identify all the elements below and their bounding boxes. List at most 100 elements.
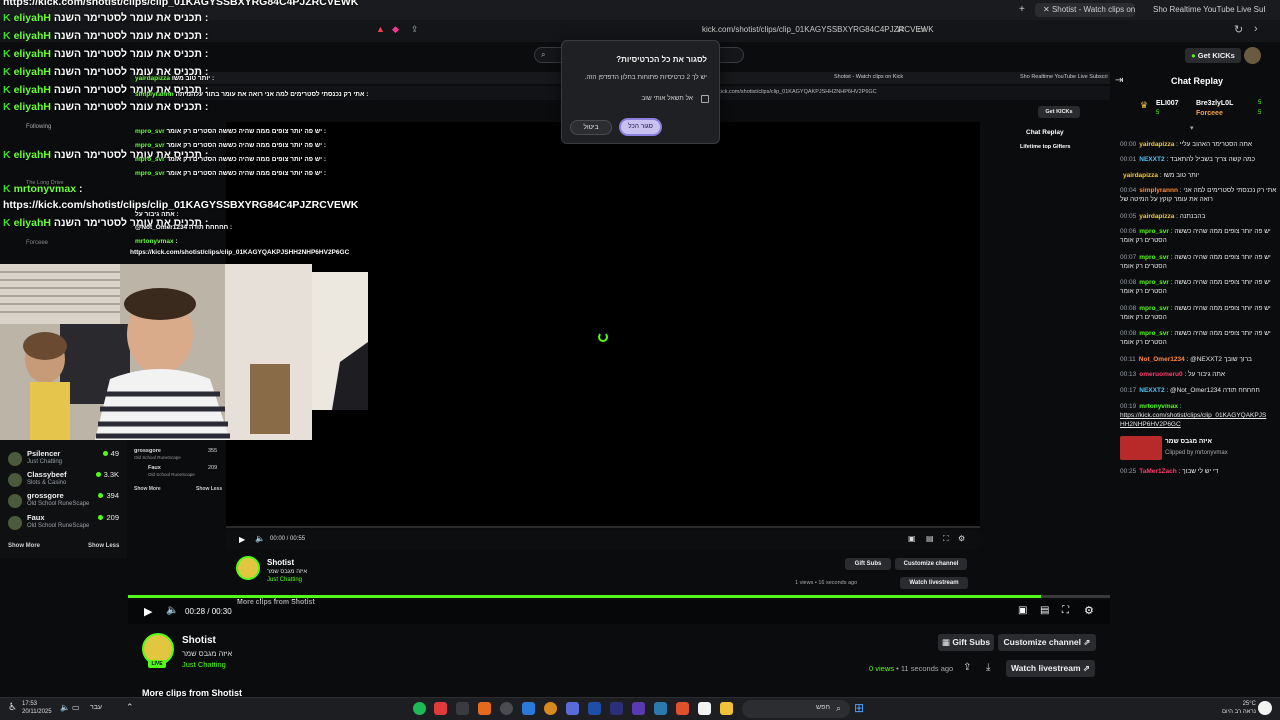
weather-widget[interactable]: 25°C נראה רב היום	[1220, 700, 1256, 716]
share-icon[interactable]: ⇪	[411, 24, 419, 35]
chat-clip-link[interactable]: https://kick.com/shotist/clips/clip_01KA…	[1120, 411, 1270, 429]
volume-icon[interactable]: 🔈	[166, 605, 178, 616]
brave-icon[interactable]	[676, 702, 689, 715]
app-icon[interactable]	[632, 702, 645, 715]
app-icon[interactable]	[522, 702, 535, 715]
inner-progress-track[interactable]	[226, 526, 980, 528]
app-icon[interactable]	[434, 702, 447, 715]
chat-user[interactable]: mpro_svr	[1139, 305, 1169, 312]
watch-livestream-button[interactable]: Watch livestream ⇗	[1006, 660, 1095, 677]
chat-user[interactable]: Not_Omer1234	[1139, 356, 1185, 363]
collapse-chat-icon[interactable]: ⇥	[1115, 75, 1123, 86]
volume-icon[interactable]: 🔈	[60, 703, 70, 712]
show-less-link[interactable]: Show Less	[88, 543, 119, 549]
app-icon[interactable]	[698, 702, 711, 715]
sidebar-item-category: Old School RuneScape	[27, 501, 90, 507]
accessibility-icon[interactable]: ♿	[8, 702, 17, 713]
chat-text: : אתה גיבור על	[1184, 371, 1225, 378]
inner-overlay-line: mpro_svr יש פה יותר צופים ממה שהיה כששה …	[135, 142, 326, 149]
avatar[interactable]	[1244, 47, 1261, 64]
chat-user[interactable]: yairdapizza	[1123, 172, 1158, 179]
volume-icon[interactable]: 🔈	[255, 534, 265, 543]
chat-user[interactable]: yairdapizza	[1139, 213, 1174, 220]
app-icon[interactable]	[566, 702, 579, 715]
chat-user[interactable]: mrtonyvmax	[1139, 403, 1178, 410]
overlay-chat-msg: תכניס את עומר לסטרימר השנה :	[53, 48, 209, 60]
chat-user[interactable]: mpro_svr	[1139, 254, 1169, 261]
reload-icon[interactable]: ↻	[1234, 23, 1243, 36]
app-icon[interactable]	[544, 702, 557, 715]
app-icon[interactable]	[478, 702, 491, 715]
customize-channel-button[interactable]: Customize channel ⇗	[998, 634, 1096, 651]
pip-icon[interactable]: ▤	[1040, 605, 1049, 616]
sidebar-item-faux[interactable]: Faux Old School RuneScape 209	[8, 513, 123, 539]
inner-sidebar-category: Old School RuneScape	[134, 455, 181, 460]
inner-customize-button: Customize channel	[895, 558, 967, 570]
show-more-link[interactable]: Show More	[8, 543, 40, 549]
download-icon[interactable]: ⤓	[986, 662, 990, 673]
chat-user[interactable]: mpro_svr	[1139, 279, 1169, 286]
theater-icon[interactable]: ▣	[908, 534, 916, 543]
chat-time: 00:25	[1120, 468, 1137, 475]
overlay-chat-line: KeliyahH תכניס את עומר לסטרימר השנה :	[3, 48, 208, 60]
close-all-button[interactable]: סגור הכל	[619, 118, 662, 136]
windows-start-icon[interactable]: ⊞	[854, 701, 864, 715]
inner-url-text: kick.com/shotist/clips/clip_01KAGYQAKPJS…	[718, 89, 877, 95]
expand-gifters-icon[interactable]: ▾	[1190, 124, 1194, 132]
cancel-button[interactable]: ביטול	[570, 120, 612, 135]
tab-shotist[interactable]: ✕ Shotist - Watch clips on Kick	[1035, 3, 1135, 17]
tray-chevron-icon[interactable]: ⌃	[126, 702, 134, 713]
pip-icon[interactable]: ▤	[926, 534, 934, 543]
share-icon[interactable]: ⇪	[963, 662, 971, 673]
gift-subs-button[interactable]: ▦ Gift Subs	[938, 634, 994, 651]
chat-user: TaMer1Zach	[1139, 468, 1177, 475]
kick-k-icon: K	[3, 12, 11, 24]
chat-user[interactable]: NEXXT2	[1139, 156, 1164, 163]
tab-sho[interactable]: Sho Realtime YouTube Live Subscrib	[1145, 3, 1265, 17]
play-icon[interactable]: ▶	[239, 535, 245, 544]
language-indicator[interactable]: עבר	[90, 704, 102, 711]
theater-icon[interactable]: ▣	[1018, 605, 1027, 616]
chat-user[interactable]: omeruomeru0	[1139, 371, 1182, 378]
steam-icon[interactable]	[654, 702, 667, 715]
close-icon[interactable]: ✕	[1043, 5, 1050, 14]
settings-icon[interactable]: ⚙	[958, 534, 965, 543]
overlay-chat-user: eliyahH	[13, 217, 51, 229]
settings-icon[interactable]: ⚙	[1084, 604, 1094, 617]
category-link[interactable]: Just Chatting	[182, 660, 226, 669]
app-icon[interactable]	[456, 702, 469, 715]
network-icon[interactable]: ▭	[72, 703, 80, 712]
chat-time: 00:07	[1120, 254, 1137, 261]
chat-message: yairdapizza : יותר טוב משו	[1120, 171, 1280, 180]
url-text[interactable]: kick.com/shotist/clips/clip_01KAGYSSBXYR…	[702, 25, 934, 34]
spotify-icon[interactable]	[413, 702, 426, 715]
viewer-count-value: 3.3K	[103, 470, 119, 479]
file-explorer-icon[interactable]	[720, 702, 733, 715]
app-icon[interactable]	[588, 702, 601, 715]
clip-thumbnail[interactable]	[1120, 436, 1162, 460]
search-icon: ⌕	[836, 703, 842, 713]
inner-overlay-misc: @Not_Omer1234 חחחחח תודה :	[135, 224, 233, 231]
taskbar-search[interactable]: חפש ⌕	[742, 700, 850, 718]
rewards-icon[interactable]: ◆	[392, 24, 399, 35]
dont-ask-checkbox[interactable]	[701, 95, 709, 103]
chat-user[interactable]: mpro_svr	[1139, 228, 1169, 235]
get-kicks-button[interactable]: ● Get KICKs	[1185, 48, 1241, 63]
forward-icon[interactable]: ›	[1254, 23, 1258, 35]
clock[interactable]: 17:53 20/11/2025	[22, 700, 52, 716]
fullscreen-icon[interactable]: ⛶	[943, 534, 949, 544]
chat-user[interactable]: yairdapizza	[1139, 141, 1174, 148]
channel-name[interactable]: Shotist	[182, 635, 216, 646]
app-icon[interactable]	[500, 702, 513, 715]
premiere-icon[interactable]	[610, 702, 623, 715]
chat-user[interactable]: mpro_svr	[1139, 330, 1169, 337]
fullscreen-icon[interactable]: ⛶	[1062, 605, 1069, 616]
chat-user[interactable]: NEXXT2	[1139, 387, 1164, 394]
kick-k-icon: K	[3, 48, 11, 60]
new-tab-icon[interactable]: +	[1019, 4, 1025, 15]
overlay-chat-msg: תכניס את עומר לסטרימר השנה :	[53, 12, 209, 24]
chat-user[interactable]: simplyrannn	[1139, 187, 1178, 194]
play-icon[interactable]: ▶	[144, 605, 152, 618]
inner-overlay-msg: יש פה יותר צופים ממה שהיה כששה הסטרים רק…	[166, 128, 327, 135]
brave-shield-icon[interactable]: ▲	[376, 24, 385, 34]
